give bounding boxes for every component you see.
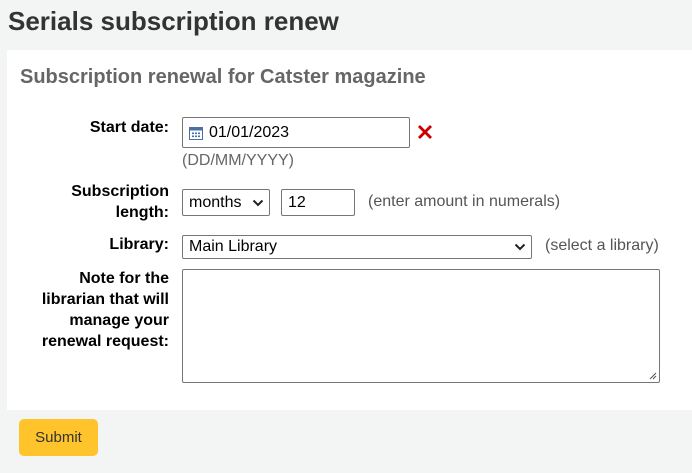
note-label-line1: Note for the xyxy=(79,270,169,287)
chevron-down-icon xyxy=(252,199,264,206)
start-date-label: Start date: xyxy=(89,119,169,136)
submit-button[interactable]: Submit xyxy=(19,419,98,456)
clear-x-icon[interactable] xyxy=(415,122,435,142)
subscription-length-label-line2: length: xyxy=(115,204,169,221)
library-label: Library: xyxy=(109,236,169,253)
start-date-value: 01/01/2023 xyxy=(209,123,290,141)
note-textarea[interactable] xyxy=(182,269,660,383)
length-unit-value: months xyxy=(189,193,242,211)
length-amount-input[interactable]: 12 xyxy=(281,189,355,216)
date-format-hint: (DD/MM/YYYY) xyxy=(182,152,294,169)
note-label-line3: manage your xyxy=(69,312,169,329)
note-label-line4: renewal request: xyxy=(41,333,169,350)
note-label-line2: librarian that will xyxy=(41,291,169,308)
library-hint: (select a library) xyxy=(545,237,659,254)
length-unit-select[interactable]: months xyxy=(182,189,270,216)
panel-title: Subscription renewal for Catster magazin… xyxy=(20,66,426,88)
library-select[interactable]: Main Library xyxy=(182,235,532,259)
start-date-input[interactable]: 01/01/2023 xyxy=(182,117,410,148)
chevron-down-icon xyxy=(514,243,526,251)
renewal-form-panel: Subscription renewal for Catster magazin… xyxy=(7,50,692,410)
library-selected-value: Main Library xyxy=(189,238,278,255)
page-title: Serials subscription renew xyxy=(8,6,339,36)
resize-grip-icon[interactable] xyxy=(647,370,657,380)
length-amount-value: 12 xyxy=(288,193,306,211)
subscription-length-label-line1: Subscription xyxy=(71,183,169,200)
note-label: Note for the librarian that will manage … xyxy=(42,268,169,352)
subscription-length-label: Subscription length: xyxy=(71,181,169,223)
length-amount-hint: (enter amount in numerals) xyxy=(368,193,561,210)
calendar-icon[interactable] xyxy=(189,126,203,140)
